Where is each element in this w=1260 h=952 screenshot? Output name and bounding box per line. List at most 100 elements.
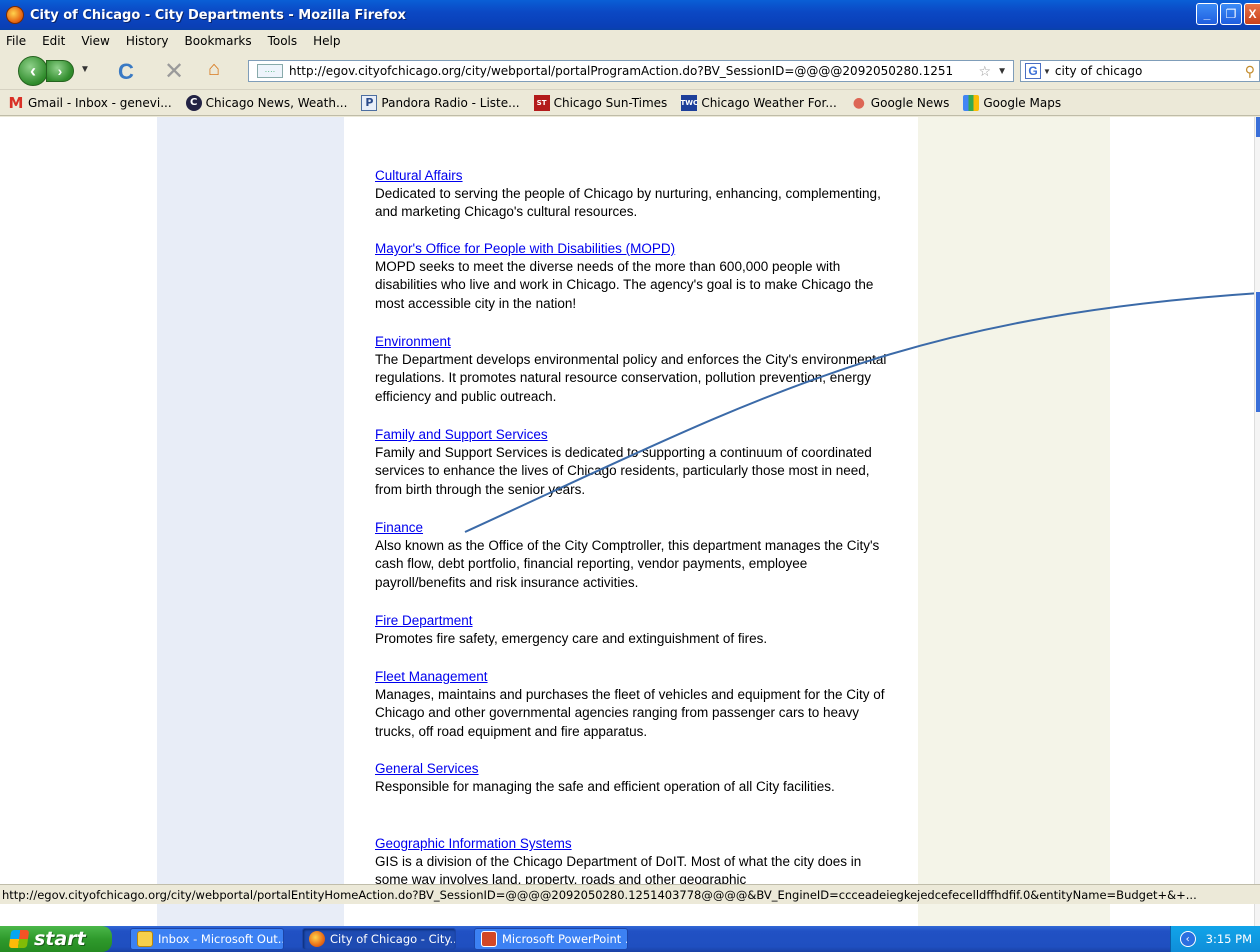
task-label: Inbox - Microsoft Out... [158,932,284,946]
bookmark-label: Chicago News, Weath... [205,95,348,110]
left-column [157,117,344,926]
list-item: Environment The Department develops envi… [375,333,895,406]
google-maps-icon [963,94,980,111]
menu-help[interactable]: Help [313,34,340,48]
list-item: Family and Support Services Family and S… [375,426,895,499]
search-bar[interactable]: G ▼ city of chicago ⚲ [1020,60,1260,82]
list-item: Geographic Information Systems GIS is a … [375,835,895,890]
navigation-toolbar: ‹ › ▼ C ✕ ⌂ ···· http://egov.cityofchica… [0,52,1260,90]
start-button[interactable]: start [0,926,112,952]
list-item: Fleet Management Manages, maintains and … [375,668,895,741]
home-button[interactable]: ⌂ [208,58,220,81]
department-description: Also known as the Office of the City Com… [375,538,880,590]
powerpoint-icon [481,931,497,947]
suntimes-icon: ST [533,94,550,111]
bookmark-label: Pandora Radio - Liste... [381,95,520,110]
link-family-support-services[interactable]: Family and Support Services [375,426,895,444]
search-engine-dropdown-icon[interactable]: ▼ [1043,67,1051,76]
bookmark-google-maps[interactable]: Google Maps [963,94,1062,111]
windows-flag-icon [8,930,30,948]
taskbar-firefox[interactable]: City of Chicago - City... [302,928,456,950]
menu-bookmarks[interactable]: Bookmarks [185,34,252,48]
pandora-icon: P [361,94,378,111]
scrollbar-thumb[interactable] [1256,292,1260,412]
site-favicon-icon: ···· [257,64,283,78]
list-item: Mayor's Office for People with Disabilit… [375,240,895,313]
bookmark-label: Google News [870,95,950,110]
scrollbar-marker [1256,117,1260,137]
windows-taskbar: start Inbox - Microsoft Out... City of C… [0,926,1260,952]
close-button[interactable]: X [1244,3,1260,25]
list-item: Finance Also known as the Office of the … [375,519,895,592]
window-controls: _ ❐ X [1196,3,1260,25]
list-item: Fire Department Promotes fire safety, em… [375,612,895,648]
address-bar[interactable]: ···· http://egov.cityofchicago.org/city/… [248,60,1014,82]
search-go-icon[interactable]: ⚲ [1245,63,1255,80]
clock: 3:15 PM [1205,932,1252,946]
list-item: Cultural Affairs Dedicated to serving th… [375,167,895,222]
maximize-button[interactable]: ❐ [1220,3,1242,25]
link-fleet-management[interactable]: Fleet Management [375,668,895,686]
link-environment[interactable]: Environment [375,333,895,351]
link-cultural-affairs[interactable]: Cultural Affairs [375,167,895,185]
bookmark-label: Chicago Weather For... [701,95,837,110]
link-finance[interactable]: Finance [375,519,895,537]
stop-button[interactable]: ✕ [164,57,184,86]
bookmark-gmail[interactable]: M Gmail - Inbox - genevi... [8,93,172,112]
minimize-button[interactable]: _ [1196,3,1218,25]
news-icon: C [185,94,202,111]
forward-button[interactable]: › [46,60,74,82]
back-button[interactable]: ‹ [18,56,48,86]
menu-history[interactable]: History [126,34,169,48]
link-mopd[interactable]: Mayor's Office for People with Disabilit… [375,240,895,258]
google-news-icon: ● [852,94,865,111]
taskbar-outlook[interactable]: Inbox - Microsoft Out... [130,928,284,950]
url-dropdown-icon[interactable]: ▼ [997,66,1007,77]
system-tray: ‹ 3:15 PM [1170,926,1260,952]
scrollbar[interactable] [1254,117,1260,926]
status-bar: http://egov.cityofchicago.org/city/webpo… [0,884,1260,904]
list-item: General Services Responsible for managin… [375,760,895,796]
start-label: start [34,928,86,950]
window-title: City of Chicago - City Departments - Moz… [30,7,406,23]
page-content[interactable]: Cultural Affairs Dedicated to serving th… [0,117,1260,926]
bookmark-google-news[interactable]: ● Google News [851,95,950,111]
task-label: City of Chicago - City... [330,932,456,946]
bookmark-chicago-news[interactable]: C Chicago News, Weath... [185,94,348,111]
window-title-bar[interactable]: City of Chicago - City Departments - Moz… [0,0,1260,30]
reload-button[interactable]: C [118,59,134,85]
bookmark-star-icon[interactable]: ☆ [979,63,992,80]
bookmark-label: Chicago Sun-Times [553,95,668,110]
url-text[interactable]: http://egov.cityofchicago.org/city/webpo… [289,64,979,78]
department-description: Promotes fire safety, emergency care and… [375,631,768,646]
outlook-icon [137,931,153,947]
link-fire-department[interactable]: Fire Department [375,612,895,630]
google-search-engine-icon[interactable]: G [1025,63,1041,79]
right-column [918,117,1110,926]
department-description: Dedicated to serving the people of Chica… [375,186,881,220]
department-description: Manages, maintains and purchases the fle… [375,687,885,739]
department-description: Responsible for managing the safe and ef… [375,779,835,794]
firefox-icon [309,931,325,947]
department-description: Family and Support Services is dedicated… [375,445,872,497]
menu-edit[interactable]: Edit [42,34,65,48]
menu-tools[interactable]: Tools [268,34,298,48]
tray-expand-icon[interactable]: ‹ [1179,931,1196,947]
menu-view[interactable]: View [81,34,109,48]
task-label: Microsoft PowerPoint ... [502,932,628,946]
taskbar-powerpoint[interactable]: Microsoft PowerPoint ... [474,928,628,950]
bookmark-label: Google Maps [983,95,1062,110]
link-geographic-information-systems[interactable]: Geographic Information Systems [375,835,895,853]
department-description: The Department develops environmental po… [375,352,887,404]
menu-bar: File Edit View History Bookmarks Tools H… [0,30,1260,52]
bookmark-chicago-weather[interactable]: TWC Chicago Weather For... [681,94,837,111]
bookmark-label: Gmail - Inbox - genevi... [28,95,172,110]
menu-file[interactable]: File [6,34,26,48]
gmail-icon: M [8,93,24,112]
search-input[interactable]: city of chicago [1055,64,1245,78]
bookmarks-toolbar: M Gmail - Inbox - genevi... C Chicago Ne… [0,90,1260,116]
history-dropdown-icon[interactable]: ▼ [80,64,90,75]
bookmark-sun-times[interactable]: ST Chicago Sun-Times [533,94,668,111]
link-general-services[interactable]: General Services [375,760,895,778]
bookmark-pandora[interactable]: P Pandora Radio - Liste... [361,94,520,111]
